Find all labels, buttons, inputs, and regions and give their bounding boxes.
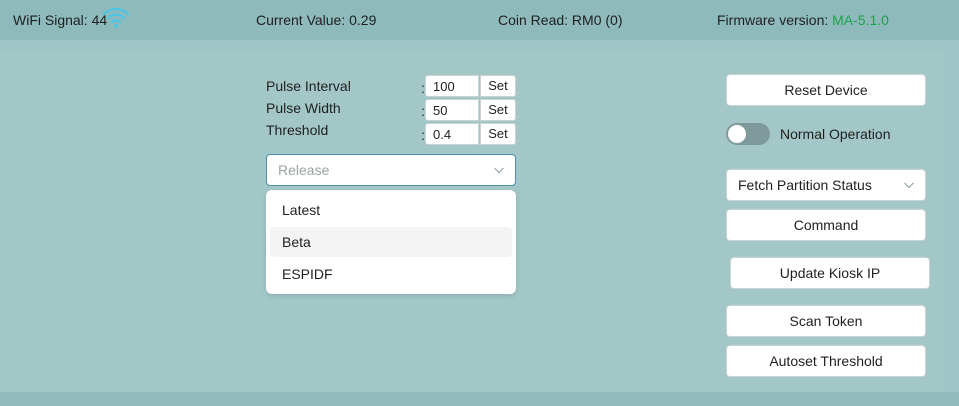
pulse-width-label: Pulse Width xyxy=(266,100,341,116)
reset-device-button[interactable]: Reset Device xyxy=(726,74,926,106)
threshold-label: Threshold xyxy=(266,122,329,138)
firmware-value: MA-5.1.0 xyxy=(832,12,889,28)
pulse-width-set-button[interactable]: Set xyxy=(480,99,516,121)
threshold-input[interactable]: 0.4 xyxy=(425,123,479,145)
chevron-down-icon xyxy=(904,182,914,189)
normal-operation-label: Normal Operation xyxy=(780,126,891,142)
firmware-label: Firmware version: xyxy=(717,12,833,28)
pulse-interval-input[interactable]: 100 xyxy=(425,75,479,97)
coin-read: Coin Read: RM0 (0) xyxy=(498,12,623,28)
release-select-placeholder: Release xyxy=(278,162,330,178)
release-select[interactable]: Release xyxy=(266,154,516,186)
update-kiosk-ip-button[interactable]: Update Kiosk IP xyxy=(730,257,930,289)
release-option-beta[interactable]: Beta xyxy=(270,227,512,257)
status-bar: WiFi Signal: 44 Current Value: 0.29 Coin… xyxy=(0,0,959,40)
firmware-version: Firmware version: MA-5.1.0 xyxy=(717,12,889,28)
current-value: Current Value: 0.29 xyxy=(256,12,377,28)
pulse-width-input[interactable]: 50 xyxy=(425,99,479,121)
release-option-espidf[interactable]: ESPIDF xyxy=(270,259,512,289)
release-option-latest[interactable]: Latest xyxy=(270,195,512,225)
pulse-interval-label: Pulse Interval xyxy=(266,78,351,94)
wifi-icon xyxy=(102,7,130,28)
chevron-down-icon xyxy=(494,167,504,174)
threshold-set-button[interactable]: Set xyxy=(480,123,516,145)
wifi-signal-label: WiFi Signal: 44 xyxy=(13,12,108,28)
scan-token-button[interactable]: Scan Token xyxy=(726,305,926,337)
autoset-threshold-button[interactable]: Autoset Threshold xyxy=(726,345,926,377)
toggle-knob xyxy=(728,125,746,143)
pulse-interval-set-button[interactable]: Set xyxy=(480,75,516,97)
partition-status-select[interactable]: Fetch Partition Status xyxy=(726,169,926,201)
partition-status-value: Fetch Partition Status xyxy=(738,177,872,193)
release-dropdown-menu: Latest Beta ESPIDF xyxy=(266,190,516,294)
command-button[interactable]: Command xyxy=(726,209,926,241)
bottom-strip xyxy=(0,392,959,406)
normal-operation-toggle[interactable] xyxy=(726,123,770,145)
